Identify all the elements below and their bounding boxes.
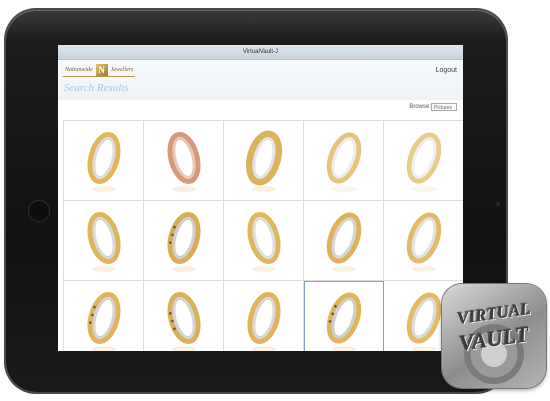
- ring-thumbnail[interactable]: [384, 201, 463, 281]
- logo-text-left: Nationwide: [65, 67, 93, 73]
- ring-image: [326, 212, 361, 272]
- ring-image: [406, 212, 441, 272]
- page-title: Search Results: [64, 82, 129, 94]
- ring-image: [246, 211, 281, 272]
- ring-thumbnail[interactable]: [224, 281, 304, 351]
- ring-thumbnail[interactable]: [224, 201, 304, 281]
- logo-text-right: Jewellers: [110, 67, 134, 73]
- home-button[interactable]: [28, 200, 50, 222]
- ring-image: [326, 132, 361, 192]
- ring-image: [326, 292, 361, 351]
- ring-thumbnail[interactable]: [384, 121, 463, 201]
- ring-thumbnail[interactable]: [64, 281, 144, 351]
- ring-image: [166, 131, 201, 192]
- app-screen: VirtualVault-J Nationwide N Jewellers Lo…: [58, 45, 463, 351]
- ring-thumbnail[interactable]: [224, 121, 304, 201]
- ring-thumbnail[interactable]: [304, 121, 384, 201]
- browse-label: Browse:: [409, 104, 431, 110]
- logo-mark: N: [95, 64, 108, 76]
- ring-image: [86, 291, 121, 351]
- ring-thumbnail[interactable]: [144, 281, 224, 351]
- ring-thumbnail[interactable]: [64, 121, 144, 201]
- window-title: VirtualVault-J: [58, 45, 463, 60]
- ring-thumbnail[interactable]: [304, 281, 384, 351]
- camera: [496, 202, 500, 206]
- logout-button[interactable]: Logout: [436, 67, 457, 74]
- ring-thumbnail[interactable]: [64, 201, 144, 281]
- browse-bar: Browse: Pictures: [58, 100, 463, 115]
- ring-image: [406, 132, 441, 192]
- ring-image: [86, 211, 121, 272]
- ring-image: [86, 131, 121, 192]
- ring-image: [246, 291, 281, 351]
- brand-logo: Nationwide N Jewellers: [63, 64, 136, 77]
- results-grid: [63, 120, 463, 351]
- ring-thumbnail[interactable]: [144, 121, 224, 201]
- ring-thumbnail[interactable]: [144, 201, 224, 281]
- ring-thumbnail[interactable]: [304, 201, 384, 281]
- virtual-vault-app-icon[interactable]: VIRTUAL VAULT: [442, 284, 546, 388]
- ring-image: [166, 291, 201, 351]
- browse-dropdown[interactable]: Pictures: [431, 103, 457, 111]
- ring-image: [245, 130, 282, 192]
- app-header: Nationwide N Jewellers Logout Search Res…: [58, 60, 463, 100]
- ring-image: [166, 211, 201, 272]
